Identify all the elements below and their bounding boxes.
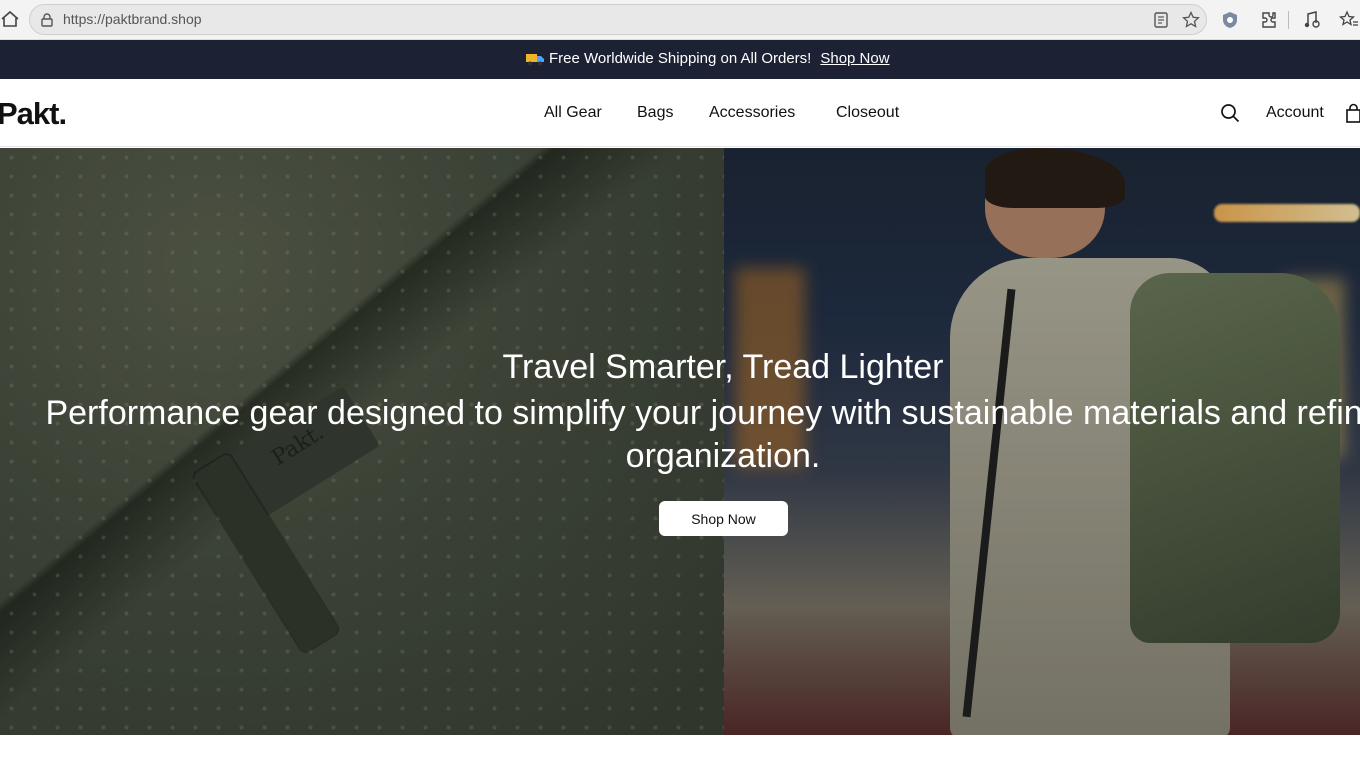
shield-icon[interactable]	[1220, 10, 1240, 30]
site-header: Pakt. All Gear Bags Accessories Closeout…	[0, 79, 1360, 147]
url-text[interactable]: https://paktbrand.shop	[63, 11, 202, 27]
address-bar[interactable]: https://paktbrand.shop	[29, 4, 1207, 35]
nav-closeout[interactable]: Closeout	[836, 104, 899, 122]
browser-toolbar: https://paktbrand.shop	[0, 0, 1360, 40]
toolbar-separator	[1288, 11, 1289, 29]
favorites-icon[interactable]	[1339, 10, 1359, 30]
search-icon[interactable]	[1220, 103, 1240, 123]
hero-shop-now-button[interactable]: Shop Now	[659, 501, 788, 536]
nav-all-gear[interactable]: All Gear	[544, 104, 602, 122]
brand-logo[interactable]: Pakt.	[0, 96, 67, 132]
lock-icon[interactable]	[39, 12, 55, 28]
media-icon[interactable]	[1302, 10, 1322, 30]
nav-accessories[interactable]: Accessories	[709, 104, 795, 122]
announcement-shop-now-link[interactable]: Shop Now	[820, 50, 889, 67]
announcement-text: Free Worldwide Shipping on All Orders!	[549, 50, 812, 67]
page-below-hero	[0, 735, 1360, 765]
bookmark-star-icon[interactable]	[1182, 11, 1200, 29]
hero-banner: Pakt. Travel Smarter, Tread Lighter Perf…	[0, 148, 1360, 735]
hero-title: Travel Smarter, Tread Lighter	[502, 348, 944, 386]
truck-icon	[526, 53, 544, 65]
hero-subtitle: Performance gear designed to simplify yo…	[45, 394, 1360, 475]
cart-icon[interactable]	[1346, 103, 1360, 123]
extensions-icon[interactable]	[1258, 10, 1278, 30]
reader-mode-icon[interactable]	[1152, 11, 1170, 29]
account-link[interactable]: Account	[1266, 104, 1324, 122]
announcement-bar: Free Worldwide Shipping on All Orders! S…	[0, 40, 1360, 79]
home-icon[interactable]	[0, 9, 20, 29]
nav-bags[interactable]: Bags	[637, 104, 673, 122]
